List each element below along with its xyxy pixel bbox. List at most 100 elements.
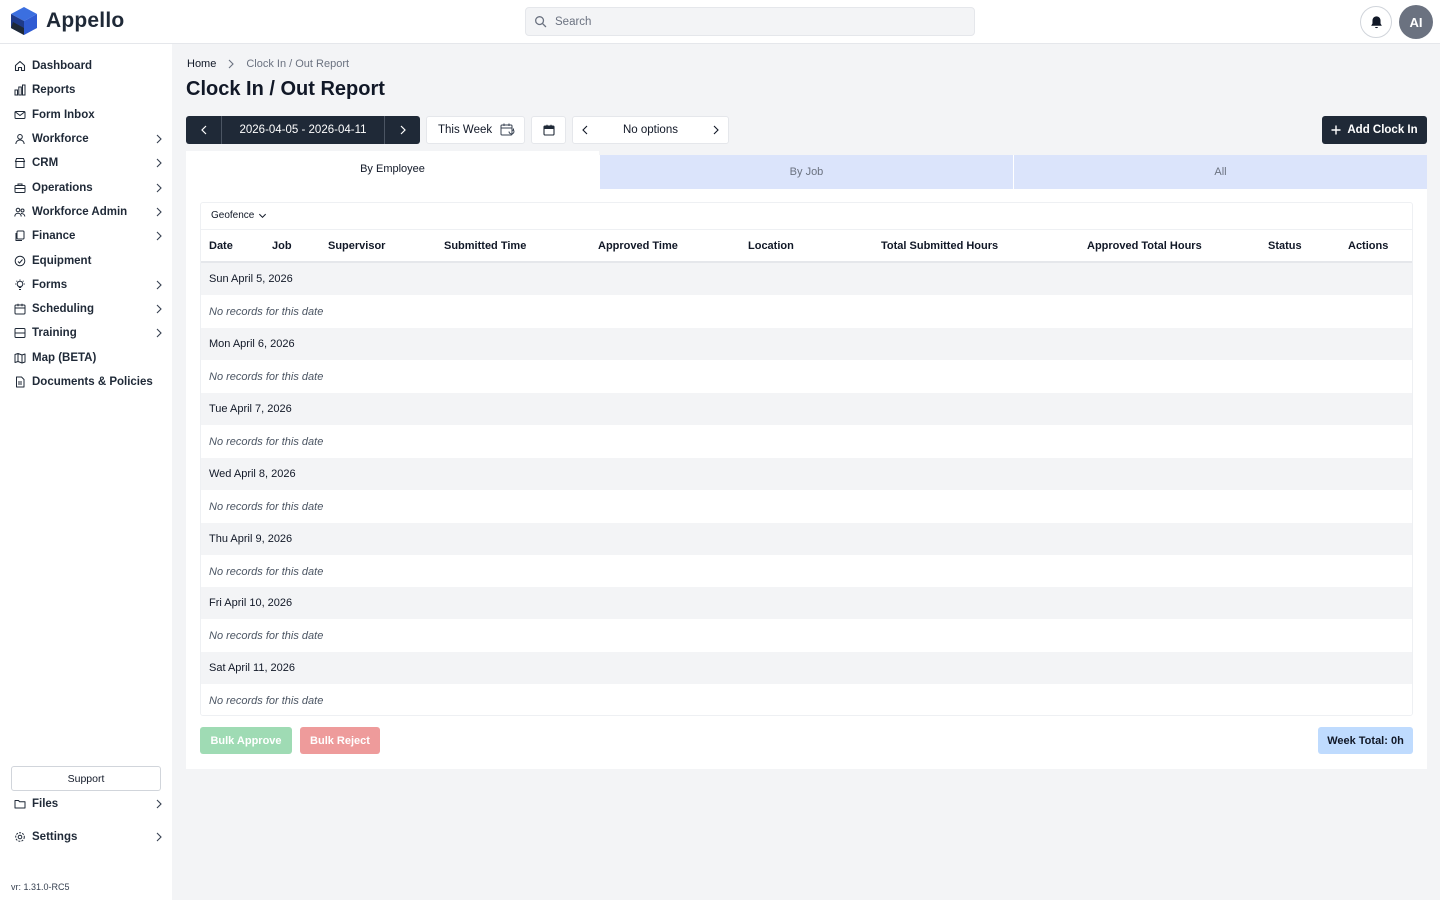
notifications-button[interactable]: [1360, 6, 1392, 38]
column-header-location[interactable]: Location: [748, 240, 794, 252]
page-title: Clock In / Out Report: [186, 78, 385, 100]
table-header: Date Job Supervisor Submitted Time Appro…: [201, 229, 1412, 263]
search-input[interactable]: [555, 15, 955, 28]
column-header-approved-time[interactable]: Approved Time: [598, 240, 678, 252]
add-clock-in-label: Add Clock In: [1347, 124, 1418, 136]
this-week-button[interactable]: This Week: [426, 116, 525, 144]
sidebar-item-form-inbox[interactable]: Form Inbox: [0, 104, 172, 126]
sidebar-item-dashboard[interactable]: Dashboard: [0, 55, 172, 77]
breadcrumb-current: Clock In / Out Report: [246, 58, 350, 70]
previous-option-button[interactable]: [573, 116, 597, 144]
no-records-row: No records for this date: [201, 295, 1412, 328]
calendar-refresh-icon: [500, 123, 515, 136]
chevron-left-icon: [200, 125, 206, 135]
breadcrumb: Home Clock In / Out Report: [187, 58, 349, 70]
no-records-row: No records for this date: [201, 360, 1412, 393]
column-header-total-submitted-hours[interactable]: Total Submitted Hours: [881, 240, 998, 252]
chevron-right-icon: [228, 59, 235, 69]
column-header-submitted-time[interactable]: Submitted Time: [444, 240, 526, 252]
search-bar[interactable]: [525, 7, 975, 36]
sidebar-item-equipment[interactable]: Equipment: [0, 250, 172, 272]
no-records-row: No records for this date: [201, 619, 1412, 652]
sidebar-item-documents-policies[interactable]: Documents & Policies: [0, 371, 172, 393]
day-header: Wed April 8, 2026: [201, 458, 1412, 490]
gear-icon: [15, 832, 25, 842]
sidebar-item-reports[interactable]: Reports: [0, 79, 172, 101]
support-button[interactable]: Support: [11, 766, 161, 791]
chevron-right-icon: [156, 304, 162, 314]
chevron-left-icon: [582, 125, 588, 135]
report-table: Geofence Date Job Supervisor Submitted T…: [200, 202, 1413, 716]
view-tabs: By Employee By Job All: [186, 151, 1427, 189]
tab-by-employee[interactable]: By Employee: [186, 151, 599, 189]
chevron-right-icon: [156, 280, 162, 290]
add-clock-in-button[interactable]: Add Clock In: [1322, 116, 1427, 144]
next-week-button[interactable]: [384, 116, 420, 144]
geofence-filter[interactable]: Geofence: [211, 210, 267, 221]
sidebar-item-forms[interactable]: Forms: [0, 274, 172, 296]
sidebar-item-scheduling[interactable]: Scheduling: [0, 298, 172, 320]
bulk-approve-button[interactable]: Bulk Approve: [200, 727, 292, 754]
calendar-picker-button[interactable]: [531, 116, 566, 144]
chevron-right-icon: [156, 158, 162, 168]
day-group: Mon April 6, 2026 No records for this da…: [201, 328, 1412, 393]
bulk-reject-button[interactable]: Bulk Reject: [300, 727, 380, 754]
column-header-job[interactable]: Job: [272, 240, 292, 252]
home-icon: [14, 60, 26, 72]
bar-chart-icon: [14, 84, 26, 96]
column-header-approved-total-hours[interactable]: Approved Total Hours: [1087, 240, 1202, 252]
sidebar-item-label: Reports: [32, 84, 76, 96]
sidebar-item-label: Equipment: [32, 255, 92, 267]
sidebar-item-operations[interactable]: Operations: [0, 177, 172, 199]
day-group: Sat April 11, 2026 No records for this d…: [201, 652, 1412, 715]
sidebar-item-label: Workforce: [32, 133, 89, 145]
sidebar-item-map-beta[interactable]: Map (BETA): [0, 347, 172, 369]
sidebar-item-settings[interactable]: Settings: [0, 826, 172, 848]
day-group: Sun April 5, 2026 No records for this da…: [201, 263, 1412, 328]
sidebar-item-workforce[interactable]: Workforce: [0, 128, 172, 150]
app-logo[interactable]: Appello: [10, 6, 124, 36]
no-records-row: No records for this date: [201, 684, 1412, 715]
report-panel: Geofence Date Job Supervisor Submitted T…: [186, 189, 1427, 769]
day-header: Sun April 5, 2026: [201, 263, 1412, 295]
day-group: Fri April 10, 2026 No records for this d…: [201, 587, 1412, 652]
sidebar-item-label: Workforce Admin: [32, 206, 128, 218]
calendar-icon: [542, 124, 555, 136]
chevron-right-icon: [156, 183, 162, 193]
user-icon: [15, 134, 25, 145]
tab-all[interactable]: All: [1013, 155, 1427, 189]
sidebar-item-label: Scheduling: [32, 303, 94, 315]
column-header-supervisor[interactable]: Supervisor: [328, 240, 385, 252]
copy-icon: [15, 230, 25, 241]
column-header-date[interactable]: Date: [209, 240, 233, 252]
date-range-label[interactable]: 2026-04-05 - 2026-04-11: [222, 116, 384, 144]
sidebar-item-files[interactable]: Files: [0, 793, 172, 815]
sidebar-item-finance[interactable]: Finance: [0, 225, 172, 247]
geofence-filter-label: Geofence: [211, 210, 255, 221]
breadcrumb-home[interactable]: Home: [187, 58, 216, 70]
sidebar-item-crm[interactable]: CRM: [0, 152, 172, 174]
top-bar: Appello AI: [0, 0, 1440, 44]
sidebar-item-label: Documents & Policies: [32, 376, 153, 388]
column-header-actions: Actions: [1348, 240, 1389, 252]
chevron-right-icon: [156, 328, 162, 338]
previous-week-button[interactable]: [186, 116, 222, 144]
sidebar-item-training[interactable]: Training: [0, 322, 172, 344]
options-label[interactable]: No options: [597, 124, 704, 136]
chevron-right-icon: [156, 134, 162, 144]
sidebar-item-label: CRM: [32, 157, 59, 169]
column-header-status[interactable]: Status: [1268, 240, 1302, 252]
tab-by-job[interactable]: By Job: [599, 155, 1013, 189]
sidebar-item-workforce-admin[interactable]: Workforce Admin: [0, 201, 172, 223]
app-version: vr: 1.31.0-RC5: [11, 882, 70, 892]
sidebar-item-label: Dashboard: [32, 60, 93, 72]
chevron-right-icon: [156, 231, 162, 241]
layers-icon: [14, 328, 26, 338]
sidebar-item-label: Map (BETA): [32, 352, 97, 364]
sidebar-item-label: Files: [32, 798, 59, 810]
next-option-button[interactable]: [704, 116, 728, 144]
no-records-row: No records for this date: [201, 555, 1412, 588]
day-group: Thu April 9, 2026 No records for this da…: [201, 523, 1412, 588]
document-icon: [16, 376, 25, 388]
user-avatar[interactable]: AI: [1399, 5, 1433, 39]
